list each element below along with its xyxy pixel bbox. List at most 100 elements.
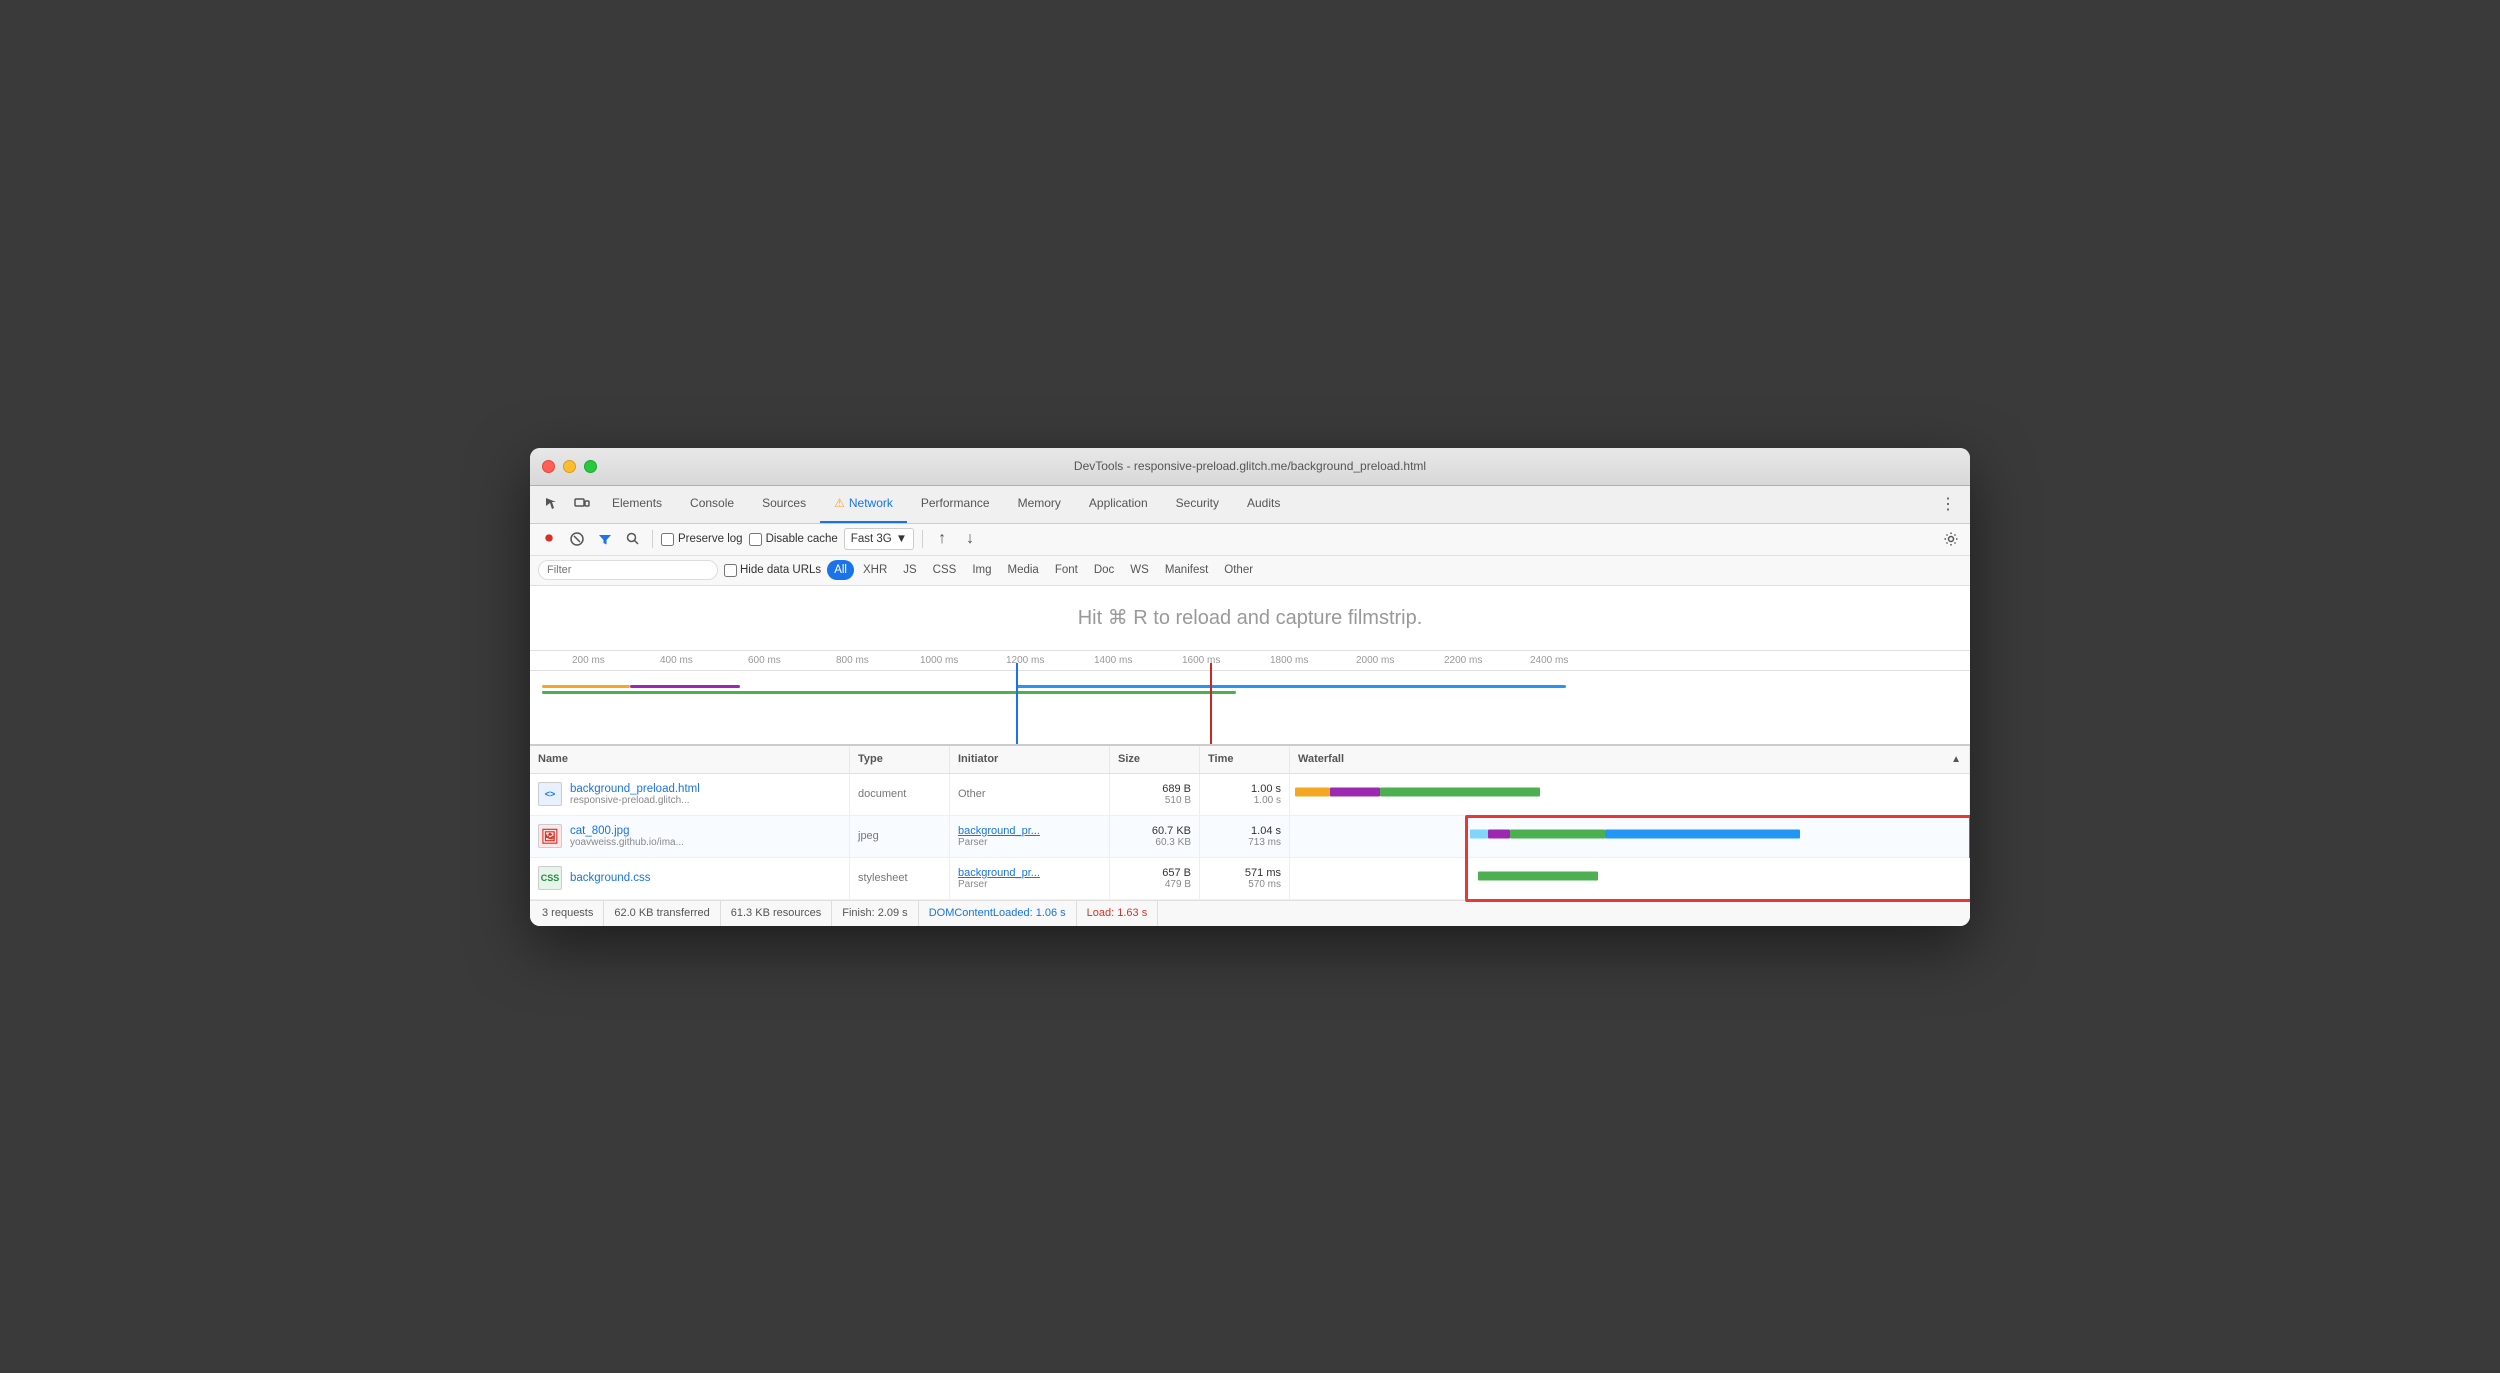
warn-icon: ⚠ xyxy=(834,496,845,510)
devtools-tab-bar: Elements Console Sources ⚠ Network Perfo… xyxy=(530,486,1970,524)
filter-media[interactable]: Media xyxy=(1001,560,1046,580)
td-waterfall-1 xyxy=(1290,774,1970,815)
td-size-2: 60.7 KB 60.3 KB xyxy=(1110,816,1200,857)
wf-orange-1 xyxy=(1295,788,1330,797)
filter-doc[interactable]: Doc xyxy=(1087,560,1121,580)
minimize-button[interactable] xyxy=(563,460,576,473)
network-table: Name Type Initiator Size Time Waterfall … xyxy=(530,746,1970,900)
file-icon-img: 🖼 xyxy=(538,824,562,848)
ruler-400: 400 ms xyxy=(660,655,693,666)
search-button[interactable] xyxy=(622,528,644,550)
wf-green-2 xyxy=(1510,830,1605,839)
ruler-1600: 1600 ms xyxy=(1182,655,1220,666)
ruler-2000: 2000 ms xyxy=(1356,655,1394,666)
ruler-2200: 2200 ms xyxy=(1444,655,1482,666)
tab-elements[interactable]: Elements xyxy=(598,486,676,523)
download-button[interactable]: ↓ xyxy=(959,528,981,550)
close-button[interactable] xyxy=(542,460,555,473)
timeline-area: 200 ms 400 ms 600 ms 800 ms 1000 ms 1200… xyxy=(530,651,1970,746)
upload-button[interactable]: ↑ xyxy=(931,528,953,550)
filter-font[interactable]: Font xyxy=(1048,560,1085,580)
table-row: 🖼 cat_800.jpg yoavweiss.github.io/ima...… xyxy=(530,816,1970,858)
table-row: <> background_preload.html responsive-pr… xyxy=(530,774,1970,816)
filmstrip-hint: Hit ⌘ R to reload and capture filmstrip. xyxy=(1078,605,1423,630)
td-size-1: 689 B 510 B xyxy=(1110,774,1200,815)
tl-bar-green1 xyxy=(542,691,1017,694)
th-type[interactable]: Type xyxy=(850,746,950,773)
th-name[interactable]: Name xyxy=(530,746,850,773)
filter-ws[interactable]: WS xyxy=(1123,560,1156,580)
status-bar: 3 requests 62.0 KB transferred 61.3 KB r… xyxy=(530,900,1970,926)
filter-icon-button[interactable] xyxy=(594,528,616,550)
td-initiator-1: Other xyxy=(950,774,1110,815)
td-initiator-2: background_pr... Parser xyxy=(950,816,1110,857)
file-name-1[interactable]: background_preload.html xyxy=(570,783,700,795)
filter-manifest[interactable]: Manifest xyxy=(1158,560,1215,580)
filter-bar: Hide data URLs All XHR JS CSS Img Media … xyxy=(530,556,1970,586)
th-waterfall[interactable]: Waterfall ▲ xyxy=(1290,746,1970,773)
ruler-1200: 1200 ms xyxy=(1006,655,1044,666)
tab-performance[interactable]: Performance xyxy=(907,486,1004,523)
file-icon-html: <> xyxy=(538,782,562,806)
waterfall-bars-1 xyxy=(1290,774,1969,815)
tab-application[interactable]: Application xyxy=(1075,486,1162,523)
clear-button[interactable] xyxy=(566,528,588,550)
tl-bar-purple xyxy=(630,685,740,688)
th-size[interactable]: Size xyxy=(1110,746,1200,773)
waterfall-bars-2 xyxy=(1290,816,1969,857)
filter-other[interactable]: Other xyxy=(1217,560,1260,580)
preserve-log-checkbox[interactable]: Preserve log xyxy=(661,533,743,546)
title-bar: DevTools - responsive-preload.glitch.me/… xyxy=(530,448,1970,486)
file-name-2[interactable]: cat_800.jpg xyxy=(570,825,684,837)
maximize-button[interactable] xyxy=(584,460,597,473)
record-button[interactable]: ⏺ xyxy=(538,528,560,550)
traffic-lights xyxy=(542,460,597,473)
wf-green-1 xyxy=(1380,788,1540,797)
th-time[interactable]: Time xyxy=(1200,746,1290,773)
ruler-1000: 1000 ms xyxy=(920,655,958,666)
window-title: DevTools - responsive-preload.glitch.me/… xyxy=(1074,459,1426,473)
timeline-ruler: 200 ms 400 ms 600 ms 800 ms 1000 ms 1200… xyxy=(530,651,1970,671)
load-marker xyxy=(1210,663,1212,744)
disable-cache-checkbox[interactable]: Disable cache xyxy=(749,533,838,546)
network-toolbar: ⏺ Preserve log Disable cache xyxy=(530,524,1970,556)
file-sub-2: yoavweiss.github.io/ima... xyxy=(570,837,684,848)
throttle-select[interactable]: Fast 3G ▼ xyxy=(844,528,914,550)
tab-console[interactable]: Console xyxy=(676,486,748,523)
filter-types: All XHR JS CSS Img Media Font Doc WS Man… xyxy=(827,560,1260,580)
td-waterfall-3 xyxy=(1290,858,1970,899)
td-type-2: jpeg xyxy=(850,816,950,857)
th-initiator[interactable]: Initiator xyxy=(950,746,1110,773)
hide-data-urls-checkbox[interactable]: Hide data URLs xyxy=(724,564,821,577)
sb-load: Load: 1.63 s xyxy=(1077,901,1159,926)
ruler-800: 800 ms xyxy=(836,655,869,666)
wf-blue-2 xyxy=(1605,830,1800,839)
filter-js[interactable]: JS xyxy=(896,560,923,580)
filter-css[interactable]: CSS xyxy=(926,560,964,580)
tab-audits[interactable]: Audits xyxy=(1233,486,1294,523)
device-icon[interactable] xyxy=(568,490,596,518)
td-name-1: <> background_preload.html responsive-pr… xyxy=(530,774,850,815)
filter-img[interactable]: Img xyxy=(965,560,998,580)
filter-xhr[interactable]: XHR xyxy=(856,560,894,580)
td-time-2: 1.04 s 713 ms xyxy=(1200,816,1290,857)
more-tabs-button[interactable]: ⋮ xyxy=(1934,490,1962,518)
settings-button[interactable] xyxy=(1940,528,1962,550)
tab-network[interactable]: ⚠ Network xyxy=(820,486,907,523)
timeline-overview-bars xyxy=(540,673,1960,739)
filter-all[interactable]: All xyxy=(827,560,854,580)
tab-security[interactable]: Security xyxy=(1162,486,1233,523)
tab-memory[interactable]: Memory xyxy=(1004,486,1075,523)
filter-input[interactable] xyxy=(538,560,718,580)
dcl-marker xyxy=(1016,663,1018,744)
wf-lightblue-2 xyxy=(1470,830,1488,839)
file-name-3[interactable]: background.css xyxy=(570,872,651,884)
sb-requests: 3 requests xyxy=(542,901,604,926)
ruler-2400: 2400 ms xyxy=(1530,655,1568,666)
devtools-window: DevTools - responsive-preload.glitch.me/… xyxy=(530,448,1970,926)
inspect-icon[interactable] xyxy=(538,490,566,518)
tl-bar-blue xyxy=(1016,685,1566,688)
tab-sources[interactable]: Sources xyxy=(748,486,820,523)
wf-purple-1 xyxy=(1330,788,1380,797)
td-name-3: CSS background.css xyxy=(530,858,850,899)
